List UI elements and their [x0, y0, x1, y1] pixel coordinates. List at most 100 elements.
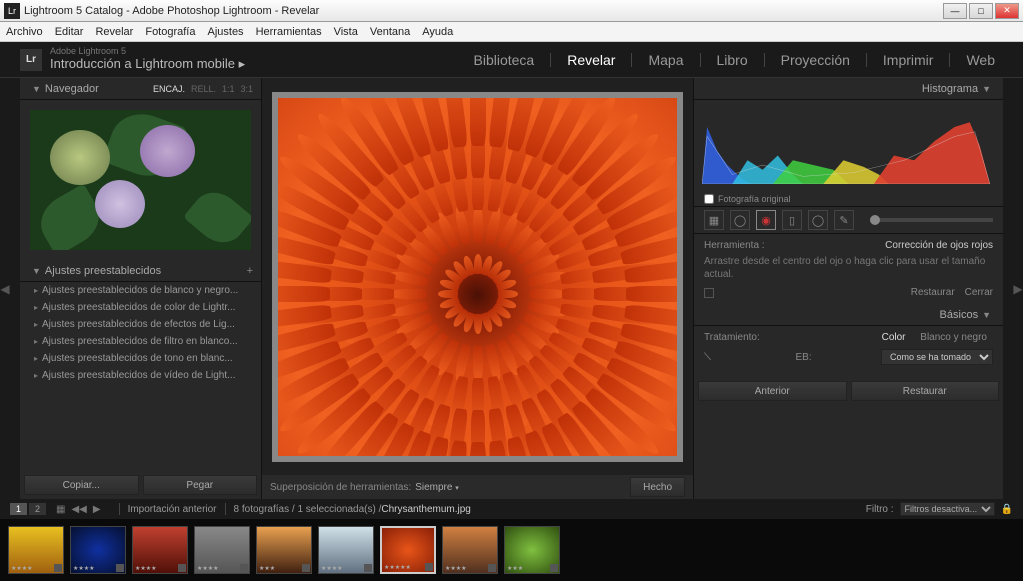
rating-stars: ★★★★ [445, 565, 467, 572]
rating-stars: ★★★★ [135, 565, 157, 572]
app-icon: Lr [4, 3, 20, 19]
original-checkbox[interactable] [704, 194, 714, 204]
left-edge-toggle[interactable]: ◀ [0, 78, 10, 499]
selection-count: 8 fotografías / 1 seleccionada(s) / [234, 504, 382, 515]
filmstrip-thumb[interactable]: ★★★ [504, 526, 560, 574]
menu-editar[interactable]: Editar [55, 26, 84, 38]
filmstrip-thumb[interactable]: ★★★★ [70, 526, 126, 574]
close-button[interactable]: ✕ [995, 3, 1019, 19]
presets-title: Ajustes preestablecidos [45, 265, 247, 277]
module-proyección[interactable]: Proyección [773, 52, 858, 68]
histogram-title: Histograma [922, 83, 978, 95]
presets-header[interactable]: ▼ Ajustes preestablecidos + [20, 260, 261, 282]
thumb-badge-icon [302, 564, 310, 572]
preset-item[interactable]: Ajustes preestablecidos de blanco y negr… [20, 282, 261, 299]
treatment-label: Tratamiento: [704, 332, 876, 343]
preset-item[interactable]: Ajustes preestablecidos de tono en blanc… [20, 350, 261, 367]
nav-back-icon[interactable]: ◀◀ [71, 504, 86, 515]
histogram-display[interactable] [694, 100, 1003, 192]
navigator-preview[interactable] [20, 100, 261, 260]
overlay-dropdown[interactable]: Siempre ▾ [415, 482, 459, 493]
nav-fwd-icon[interactable]: ▶ [93, 504, 101, 515]
filter-lock-icon[interactable]: 🔒 [1001, 504, 1013, 515]
tool-switch-icon[interactable] [704, 288, 714, 298]
collapse-icon: ▼ [32, 84, 41, 94]
menu-ayuda[interactable]: Ayuda [422, 26, 453, 38]
module-imprimir[interactable]: Imprimir [875, 52, 942, 68]
view-seg-2[interactable]: 2 [29, 503, 46, 515]
spot-tool-icon[interactable]: ◯ [730, 210, 750, 230]
previous-button[interactable]: Anterior [698, 381, 847, 401]
navigator-header[interactable]: ▼ Navegador ENCAJ. RELL. 1:1 3:1 [20, 78, 261, 100]
minimize-button[interactable]: — [943, 3, 967, 19]
menu-archivo[interactable]: Archivo [6, 26, 43, 38]
preset-item[interactable]: Ajustes preestablecidos de color de Ligh… [20, 299, 261, 316]
module-mapa[interactable]: Mapa [640, 52, 691, 68]
menu-ventana[interactable]: Ventana [370, 26, 410, 38]
copy-button[interactable]: Copiar... [24, 475, 139, 495]
preset-item[interactable]: Ajustes preestablecidos de filtro en bla… [20, 333, 261, 350]
gradient-tool-icon[interactable]: ▯ [782, 210, 802, 230]
done-button[interactable]: Hecho [630, 477, 685, 497]
grid-icon[interactable]: ▦ [56, 504, 65, 515]
menu-revelar[interactable]: Revelar [95, 26, 133, 38]
filmstrip-thumb[interactable]: ★★★★ [442, 526, 498, 574]
filter-label: Filtro : [866, 504, 894, 515]
basics-title: Básicos [940, 309, 979, 321]
collapse-icon: ▼ [982, 310, 991, 320]
nav-mode[interactable]: 1:1 [222, 84, 235, 94]
tool-size-slider[interactable] [870, 218, 993, 222]
radial-tool-icon[interactable]: ◯ [808, 210, 828, 230]
module-libro[interactable]: Libro [709, 52, 756, 68]
redeye-tool-icon[interactable]: ◉ [756, 210, 776, 230]
filmstrip-thumb[interactable]: ★★★★ [318, 526, 374, 574]
wb-label: EB: [726, 352, 881, 363]
eyedropper-icon[interactable]: ⟍ [704, 350, 726, 364]
basics-header[interactable]: Básicos ▼ [694, 304, 1003, 326]
brush-tool-icon[interactable]: ✎ [834, 210, 854, 230]
nav-mode[interactable]: 3:1 [240, 84, 253, 94]
photo-canvas[interactable] [262, 78, 693, 475]
add-preset-icon[interactable]: + [247, 265, 253, 277]
filmstrip-thumb[interactable]: ★★★★ [194, 526, 250, 574]
paste-button[interactable]: Pegar [143, 475, 258, 495]
filmstrip-thumb[interactable]: ★★★★ [8, 526, 64, 574]
view-seg-1[interactable]: 1 [10, 503, 27, 515]
nav-mode[interactable]: ENCAJ. [153, 84, 185, 94]
preset-item[interactable]: Ajustes preestablecidos de vídeo de Ligh… [20, 367, 261, 384]
tool-close-link[interactable]: Cerrar [965, 287, 993, 298]
overlay-label: Superposición de herramientas: [270, 482, 411, 493]
maximize-button[interactable]: □ [969, 3, 993, 19]
filmstrip-thumb[interactable]: ★★★★ [132, 526, 188, 574]
module-switcher: Biblioteca Revelar Mapa Libro Proyección Impr… [466, 52, 1003, 68]
tool-restore-link[interactable]: Restaurar [911, 287, 955, 298]
filmstrip-thumb[interactable]: ★★★ [256, 526, 312, 574]
menu-fotografía[interactable]: Fotografía [145, 26, 195, 38]
brand-main-link[interactable]: Introducción a Lightroom mobile ▸ [50, 57, 245, 71]
wb-dropdown[interactable]: Como se ha tomado [881, 349, 993, 365]
menu-herramientas[interactable]: Herramientas [256, 26, 322, 38]
menu-vista[interactable]: Vista [334, 26, 358, 38]
lightroom-logo: Lr [20, 49, 42, 71]
filter-bar: 1 2 ▦ ◀◀ ▶ Importación anterior 8 fotogr… [0, 499, 1023, 519]
restore-button[interactable]: Restaurar [851, 381, 1000, 401]
menu-ajustes[interactable]: Ajustes [207, 26, 243, 38]
module-web[interactable]: Web [958, 52, 1003, 68]
module-revelar[interactable]: Revelar [559, 52, 623, 68]
filmstrip: ★★★★★★★★★★★★★★★★★★★★★★★★★★★★★★★★★★★ [0, 519, 1023, 581]
thumb-badge-icon [364, 564, 372, 572]
treatment-bw[interactable]: Blanco y negro [914, 330, 993, 345]
nav-mode[interactable]: RELL. [191, 84, 216, 94]
filmstrip-thumb[interactable]: ★★★★★ [380, 526, 436, 574]
navigator-title: Navegador [45, 83, 147, 95]
crop-tool-icon[interactable]: ▦ [704, 210, 724, 230]
histogram-header[interactable]: Histograma ▼ [694, 78, 1003, 100]
module-biblioteca[interactable]: Biblioteca [466, 52, 543, 68]
right-edge-toggle[interactable]: ▶ [1013, 78, 1023, 499]
filter-dropdown[interactable]: Filtros desactiva... [900, 502, 995, 516]
tool-strip: ▦ ◯ ◉ ▯ ◯ ✎ [694, 206, 1003, 234]
preset-item[interactable]: Ajustes preestablecidos de efectos de Li… [20, 316, 261, 333]
treatment-color[interactable]: Color [876, 330, 912, 345]
import-source[interactable]: Importación anterior [128, 504, 217, 515]
thumb-badge-icon [178, 564, 186, 572]
